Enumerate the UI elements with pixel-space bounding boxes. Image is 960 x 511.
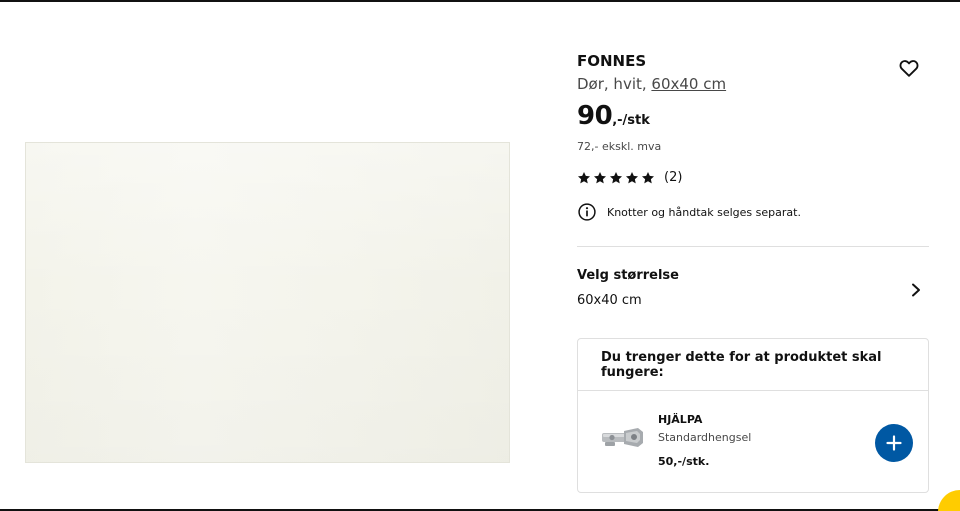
separate-sale-note-text: Knotter og håndtak selges separat. <box>607 205 801 219</box>
accessory-description: Standardhengsel <box>658 431 752 444</box>
product-size-link[interactable]: 60x40 cm <box>651 75 726 93</box>
divider <box>577 246 929 247</box>
product-image-sheen <box>26 143 509 462</box>
required-accessories-header: Du trenger dette for at produktet skal f… <box>578 339 928 391</box>
top-border <box>0 0 960 2</box>
size-picker-title: Velg størrelse <box>577 268 679 283</box>
size-picker-button[interactable]: Velg størrelse 60x40 cm <box>577 262 929 318</box>
info-icon <box>578 203 596 221</box>
heart-icon <box>899 60 919 77</box>
price-excluding-vat: 72,- ekskl. mva <box>577 140 662 153</box>
rating-count: (2) <box>664 170 683 185</box>
accessory-name: HJÄLPA <box>658 413 703 426</box>
star-icon <box>625 171 639 183</box>
price: 90,-/stk <box>577 101 650 131</box>
price-suffix: ,-/stk <box>612 113 650 128</box>
product-image[interactable] <box>25 142 510 463</box>
price-integer: 90 <box>577 101 613 131</box>
add-accessory-button[interactable] <box>875 424 913 462</box>
accessory-item[interactable]: HJÄLPA Standardhengsel 50,-/stk. <box>578 391 928 493</box>
product-description: Dør, hvit, 60x40 cm <box>577 75 726 93</box>
product-name: FONNES <box>577 52 647 70</box>
star-icon <box>593 171 607 183</box>
accessory-price: 50,-/stk. <box>658 455 710 468</box>
required-accessories-panel: Du trenger dette for at produktet skal f… <box>577 338 929 493</box>
star-icon <box>641 171 655 183</box>
hinge-thumbnail <box>602 428 643 447</box>
plus-icon <box>886 435 902 451</box>
chevron-right-icon <box>912 283 920 297</box>
star-icon <box>609 171 623 183</box>
rating-stars <box>577 171 655 185</box>
chat-assistant-button[interactable] <box>938 490 960 511</box>
product-description-text: Dør, hvit, <box>577 75 652 93</box>
wishlist-button[interactable] <box>898 57 920 79</box>
size-picker-value: 60x40 cm <box>577 293 642 308</box>
separate-sale-note: Knotter og håndtak selges separat. <box>577 202 801 222</box>
rating[interactable]: (2) <box>577 170 682 185</box>
star-icon <box>577 171 591 183</box>
